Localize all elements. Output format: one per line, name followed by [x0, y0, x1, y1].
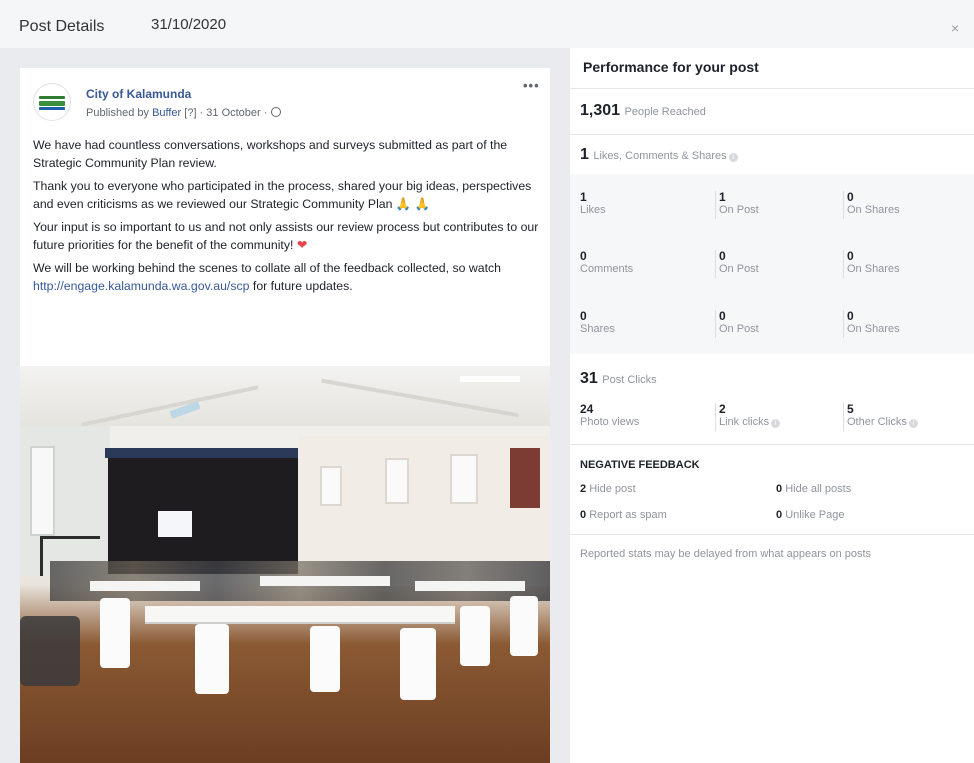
close-icon[interactable]: × [951, 20, 959, 36]
divider [570, 88, 974, 89]
people-reached-label: People Reached [624, 106, 706, 118]
info-icon[interactable]: i [771, 419, 781, 428]
post-paragraph: We have had countless conversations, wor… [33, 138, 508, 170]
more-icon[interactable]: ••• [523, 78, 540, 93]
unlike-page-stat: 0 Unlike Page [776, 509, 845, 521]
info-icon[interactable]: i [728, 153, 738, 162]
page-avatar[interactable] [33, 83, 71, 121]
people-reached-row: 1,301 People Reached [580, 102, 706, 120]
publish-info: Published by Buffer [?] · 31 October · [86, 107, 282, 119]
performance-title: Performance for your post [583, 59, 759, 75]
report-spam-stat: 0 Report as spam [580, 509, 667, 521]
hide-all-posts-stat: 0 Hide all posts [776, 483, 852, 495]
shares-cell: 0 Shares [580, 309, 615, 336]
photo-views-cell: 24 Photo views [580, 402, 640, 429]
engagement-label: Likes, Comments & Shares [593, 150, 727, 162]
modal-header: Post Details 31/10/2020 × [0, 0, 974, 48]
divider [570, 444, 974, 445]
engagement-value: 1 [580, 146, 589, 163]
comments-cell: 0 Comments [580, 249, 634, 276]
pray-emoji-icon: 🙏 🙏 [395, 197, 430, 211]
post-photo[interactable] [20, 366, 550, 763]
post-paragraph: We will be working behind the scenes to … [33, 261, 502, 293]
likes-cell: 1 Likes [580, 190, 606, 217]
post-clicks-label: Post Clicks [602, 374, 657, 386]
likes-on-post-cell: 1 On Post [715, 191, 845, 219]
other-clicks-cell: 5 Other Clicks i [843, 403, 973, 431]
engagement-row: 1 Likes, Comments & Shares i [580, 146, 738, 164]
engage-link[interactable]: http://engage.kalamunda.wa.gov.au/scp [33, 279, 249, 293]
post-date: 31/10/2020 [151, 16, 227, 33]
stats-delay-note: Reported stats may be delayed from what … [580, 548, 872, 560]
shares-on-shares-cell: 0 On Shares [843, 310, 973, 338]
divider [570, 534, 974, 535]
post-body: We have had countless conversations, wor… [33, 136, 545, 300]
performance-panel: Performance for your post 1,301 People R… [570, 48, 974, 763]
publisher-link[interactable]: Buffer [152, 107, 181, 119]
info-icon[interactable]: i [908, 419, 918, 428]
post-preview-panel: City of Kalamunda Published by Buffer [?… [0, 48, 570, 763]
post-clicks-row: 31 Post Clicks [580, 370, 657, 388]
divider [570, 134, 974, 135]
post-header: City of Kalamunda Published by Buffer [?… [20, 68, 550, 134]
globe-icon [271, 107, 282, 117]
engagement-breakdown: 1 Likes 1 On Post 0 On Shares 0 Comments… [570, 174, 974, 354]
page-name-link[interactable]: City of Kalamunda [86, 87, 191, 101]
modal-title: Post Details [19, 18, 105, 35]
shares-on-post-cell: 0 On Post [715, 310, 845, 338]
comments-on-shares-cell: 0 On Shares [843, 250, 973, 278]
post-paragraph: Your input is so important to us and not… [33, 220, 539, 252]
comments-on-post-cell: 0 On Post [715, 250, 845, 278]
post-card: City of Kalamunda Published by Buffer [?… [20, 68, 550, 763]
post-paragraph: Thank you to everyone who participated i… [33, 179, 532, 211]
heart-emoji-icon: ❤ [296, 238, 308, 252]
likes-on-shares-cell: 0 On Shares [843, 191, 973, 219]
publish-date: [?] · 31 October · [181, 107, 268, 119]
published-by-label: Published by [86, 107, 149, 119]
negative-feedback-title: NEGATIVE FEEDBACK [580, 459, 700, 471]
people-reached-value: 1,301 [580, 102, 621, 119]
post-clicks-value: 31 [580, 370, 598, 387]
link-clicks-cell: 2 Link clicks i [715, 403, 845, 431]
hide-post-stat: 2 Hide post [580, 483, 636, 495]
